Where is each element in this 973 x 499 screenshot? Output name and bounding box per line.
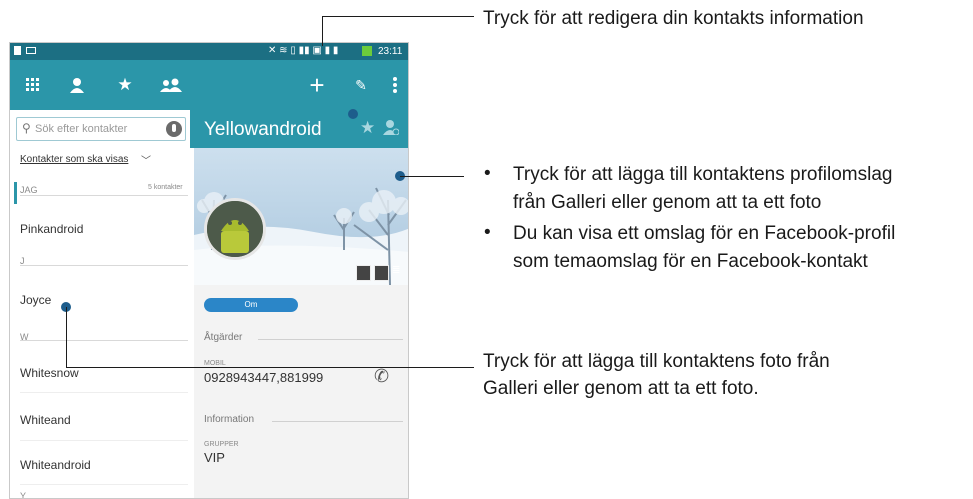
divider (20, 484, 188, 485)
filter-dropdown[interactable]: Kontakter som ska visas (20, 154, 128, 165)
person-icon[interactable] (62, 60, 92, 110)
microphone-icon[interactable] (166, 121, 182, 137)
callout-line-photo-horizontal (66, 367, 474, 368)
cover-photo-icon[interactable] (356, 265, 371, 281)
caption-cover-2b: som temaomslag för en Facebook-kontakt (513, 251, 868, 272)
caption-photo-b: Galleri eller genom att ta ett foto. (483, 378, 759, 399)
contacts-list-pane: ⚲ Sök efter kontakter Kontakter som ska … (10, 110, 195, 499)
group-icon[interactable] (156, 60, 186, 110)
groups-value: VIP (204, 450, 225, 465)
contact-detail-pane: ≣ Om Åtgärder MOBIL 0928943447,881999 ✆ … (194, 110, 408, 498)
search-input[interactable]: ⚲ Sök efter kontakter (16, 117, 186, 141)
overflow-menu-icon[interactable] (385, 60, 405, 110)
divider (20, 265, 188, 266)
divider (20, 440, 188, 441)
contact-name: Yellowandroid (204, 119, 322, 140)
list-item[interactable]: Whiteand (20, 413, 71, 427)
cover-gallery-icon[interactable] (374, 265, 389, 281)
list-item[interactable]: Whiteandroid (20, 458, 91, 472)
section-label-jag: JAG (20, 185, 38, 195)
add-contact-icon[interactable]: + (302, 60, 332, 110)
caption-cover-2a: Du kan visa ett omslag för en Facebook-p… (513, 223, 896, 244)
chevron-down-icon[interactable]: ﹀ (141, 152, 151, 167)
callout-line-edit-horizontal (322, 16, 474, 17)
scroll-indicator (14, 182, 17, 204)
caption-edit: Tryck för att redigera din kontakts info… (483, 8, 864, 29)
actions-title: Åtgärder (204, 332, 243, 343)
sd-card-icon (14, 46, 21, 55)
callout-line-cover (400, 176, 464, 177)
tab-about[interactable]: Om (204, 298, 298, 312)
groups-label: GRUPPER (204, 441, 239, 448)
signal-icons: ✕ ≋ ▯ ▮▮ ▣ ▮ ▮ (268, 45, 339, 56)
status-bar: ✕ ≋ ▯ ▮▮ ▣ ▮ ▮ 23:11 (10, 43, 408, 60)
cover-facebook-icon[interactable]: ≣ (392, 265, 408, 279)
contact-link-icon[interactable] (383, 119, 400, 140)
list-item[interactable]: Whitesnow (20, 366, 79, 380)
caption-cover-1a: Tryck för att lägga till kontaktens prof… (513, 164, 893, 185)
phone-icon[interactable]: ✆ (374, 366, 389, 387)
battery-icon (362, 46, 372, 56)
mobile-number[interactable]: 0928943447,881999 (204, 370, 323, 385)
divider (20, 195, 188, 196)
section-label-y: Y (20, 491, 27, 499)
image-icon (26, 47, 36, 54)
search-icon: ⚲ (22, 121, 31, 135)
divider (20, 340, 188, 341)
caption-photo-a: Tryck för att lägga till kontaktens foto… (483, 351, 830, 372)
divider (272, 421, 403, 422)
divider (258, 339, 403, 340)
list-item[interactable]: Pinkandroid (20, 222, 83, 236)
edit-icon[interactable]: ✎ (348, 60, 374, 110)
divider (20, 392, 188, 393)
callout-dot-edit (348, 109, 358, 119)
caption-cover-1b: från Galleri eller genom att ta ett foto (513, 192, 822, 213)
information-title: Information (204, 414, 255, 425)
callout-line-photo-vertical (66, 307, 67, 367)
list-item[interactable]: Joyce (20, 293, 51, 307)
bullet: • (484, 163, 491, 184)
mobile-label: MOBIL (204, 360, 226, 367)
avatar[interactable] (204, 198, 266, 260)
app-toolbar: ★ + ✎ (10, 60, 408, 110)
contact-header: Yellowandroid ★ (190, 110, 408, 148)
callout-line-edit-vertical (322, 16, 323, 46)
status-time: 23:11 (378, 46, 403, 57)
contact-count: 5 kontakter (148, 184, 183, 191)
search-placeholder: Sök efter kontakter (35, 123, 128, 135)
bullet: • (484, 222, 491, 243)
grid-icon[interactable] (18, 60, 48, 110)
favorite-star-icon[interactable]: ★ (360, 118, 375, 138)
star-icon[interactable]: ★ (110, 60, 140, 110)
